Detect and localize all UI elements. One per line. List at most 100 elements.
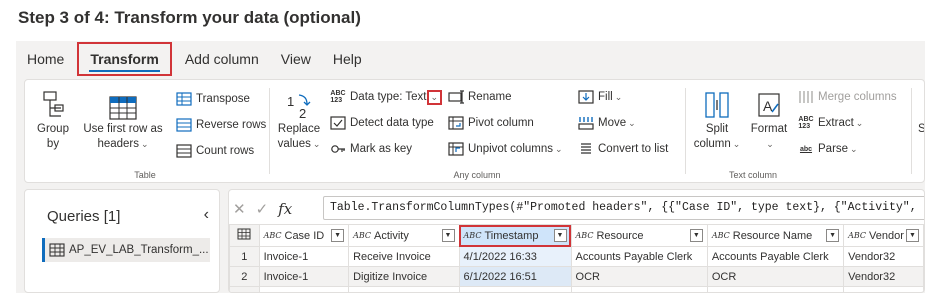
table-cell[interactable] xyxy=(348,286,460,292)
formula-bar-controls: ✕ ✓ fx xyxy=(233,197,300,221)
table-cell[interactable]: Vendor32 xyxy=(843,266,924,287)
column-header-timestamp[interactable]: ABC Timestamp ▼ xyxy=(458,224,572,247)
tab-help[interactable]: Help xyxy=(322,44,373,74)
mark-as-key-button[interactable]: Mark as key xyxy=(329,140,412,158)
filter-dropdown-icon[interactable]: ▼ xyxy=(553,229,567,242)
data-type-button[interactable]: ABC 123 Data type: Text ⌄ xyxy=(329,88,442,106)
count-rows-icon xyxy=(175,143,193,159)
detect-data-type-button[interactable]: Detect data type xyxy=(329,114,434,132)
transpose-icon xyxy=(175,91,193,107)
table-cell[interactable]: Invoice-1 xyxy=(258,266,350,287)
tab-add-column[interactable]: Add column xyxy=(174,44,270,74)
pivot-column-button[interactable]: Pivot column xyxy=(447,114,534,132)
select-all-corner[interactable] xyxy=(229,224,260,247)
filter-dropdown-icon[interactable]: ▼ xyxy=(441,229,455,242)
table-cell[interactable]: Vendor32 xyxy=(843,246,924,267)
column-header-activity[interactable]: ABC Activity ▼ xyxy=(348,224,460,247)
move-button[interactable]: Move ⌄ xyxy=(577,114,636,132)
table-cell[interactable] xyxy=(570,286,708,292)
column-header-vendor[interactable]: ABC Vendor ▼ xyxy=(843,224,924,247)
ribbon-separator xyxy=(911,88,912,174)
reverse-rows-icon xyxy=(175,117,193,133)
table-cell[interactable]: Accounts Payable Clerk xyxy=(570,246,708,267)
use-first-row-as-headers-button[interactable]: Use first row as headers ⌄ xyxy=(77,86,169,152)
use-first-row-label-1: Use first row as xyxy=(83,123,163,135)
split-column-label-2: column ⌄ xyxy=(693,138,741,150)
column-header-case-id[interactable]: ABC Case ID ▼ xyxy=(258,224,350,247)
table-cell[interactable] xyxy=(843,286,924,292)
cancel-icon[interactable]: ✕ xyxy=(233,200,246,218)
query-item[interactable]: AP_EV_LAB_Transform_... xyxy=(42,238,210,262)
merge-columns-label: Merge columns xyxy=(818,91,897,103)
fill-button[interactable]: Fill ⌄ xyxy=(577,88,622,106)
reverse-rows-button[interactable]: Reverse rows xyxy=(175,116,266,134)
table-cell[interactable]: Accounts Payable Clerk xyxy=(706,246,845,267)
ribbon-tabs: Home Transform Add column View Help xyxy=(16,41,925,77)
any-column-group: 12 Replace values ⌄ ABC 123 Data type: Tex… xyxy=(273,80,681,182)
filter-dropdown-icon[interactable]: ▼ xyxy=(826,229,840,242)
group-by-button[interactable]: Group by xyxy=(33,86,73,152)
table-cell[interactable]: 6/1/2022 16:51 xyxy=(458,266,572,287)
split-column-button[interactable]: Split column ⌄ xyxy=(693,86,741,152)
text-column-group: Split column ⌄ A Format ⌄ Merge columns A… xyxy=(689,80,917,182)
table-cell[interactable] xyxy=(458,286,572,292)
replace-values-label-1: Replace xyxy=(277,123,321,135)
replace-values-icon: 12 xyxy=(285,86,313,120)
abc-123-icon: ABC 123 xyxy=(798,116,814,130)
parse-icon: abc xyxy=(799,145,813,153)
extract-button[interactable]: ABC 123 Extract ⌄ xyxy=(797,114,863,132)
table-cell[interactable] xyxy=(258,286,350,292)
table-cell[interactable]: OCR xyxy=(706,266,845,287)
tab-home[interactable]: Home xyxy=(16,44,75,74)
table-cell[interactable]: Digitize Invoice xyxy=(348,266,460,287)
filter-dropdown-icon[interactable]: ▼ xyxy=(906,229,919,242)
query-item-label: AP_EV_LAB_Transform_... xyxy=(69,244,209,256)
unpivot-columns-icon xyxy=(447,141,465,157)
transpose-button[interactable]: Transpose xyxy=(175,90,250,108)
abc-123-icon: ABC 123 xyxy=(330,90,346,104)
group-by-label-1: Group xyxy=(37,123,69,135)
formula-input[interactable]: Table.TransformColumnTypes(#"Promoted he… xyxy=(323,196,924,220)
replace-values-button[interactable]: 12 Replace values ⌄ xyxy=(275,86,323,152)
truncated-label: St xyxy=(918,123,925,135)
table-cell[interactable]: Invoice-1 xyxy=(258,246,350,267)
truncated-button[interactable]: St xyxy=(918,120,925,138)
pivot-column-icon xyxy=(447,115,465,131)
rename-button[interactable]: Rename xyxy=(447,88,511,106)
parse-button[interactable]: abc Parse ⌄ xyxy=(797,140,858,158)
text-column-group-label: Text column xyxy=(728,170,778,180)
collapse-chevron-icon[interactable]: ‹ xyxy=(204,206,209,224)
format-label: Format xyxy=(750,123,788,135)
data-preview: ✕ ✓ fx Table.TransformColumnTypes(#"Prom… xyxy=(228,189,925,293)
count-rows-label: Count rows xyxy=(196,145,255,157)
svg-text:1: 1 xyxy=(287,94,294,109)
filter-dropdown-icon[interactable]: ▼ xyxy=(689,229,703,242)
unpivot-columns-button[interactable]: Unpivot columns ⌄ xyxy=(447,140,563,158)
data-type-dropdown-chevron-icon[interactable]: ⌄ xyxy=(426,89,442,105)
format-chevron-icon: ⌄ xyxy=(766,139,774,149)
data-grid: ABC Case ID ▼ ABC Activity ▼ ABC Timestamp ▼ A… xyxy=(229,224,924,292)
text-type-icon: ABC xyxy=(575,231,594,240)
table-cell[interactable]: Receive Invoice xyxy=(348,246,460,267)
tab-view[interactable]: View xyxy=(270,44,322,74)
table-cell[interactable] xyxy=(706,286,845,292)
count-rows-button[interactable]: Count rows xyxy=(175,142,254,160)
table-cell[interactable]: 4/1/2022 16:33 xyxy=(458,246,572,267)
group-by-icon xyxy=(41,86,65,120)
group-by-label-2: by xyxy=(46,138,60,150)
filter-dropdown-icon[interactable]: ▼ xyxy=(331,229,345,242)
convert-to-list-button[interactable]: Convert to list xyxy=(577,140,668,158)
move-label: Move xyxy=(598,117,627,129)
column-header-resource[interactable]: ABC Resource ▼ xyxy=(570,224,708,247)
row-number: 2 xyxy=(229,266,260,287)
svg-text:2: 2 xyxy=(299,106,306,120)
table-row: 2 Invoice-1 Digitize Invoice 6/1/2022 16… xyxy=(229,266,924,287)
table-cell[interactable]: OCR xyxy=(570,266,708,287)
commit-check-icon[interactable]: ✓ xyxy=(256,200,269,218)
merge-columns-button[interactable]: Merge columns xyxy=(797,88,897,106)
format-button[interactable]: A Format ⌄ xyxy=(747,86,791,152)
parse-label: Parse xyxy=(818,143,849,155)
column-header-resource-name[interactable]: ABC Resource Name ▼ xyxy=(706,224,845,247)
row-number: 1 xyxy=(229,246,260,267)
tab-transform[interactable]: Transform xyxy=(77,42,172,76)
